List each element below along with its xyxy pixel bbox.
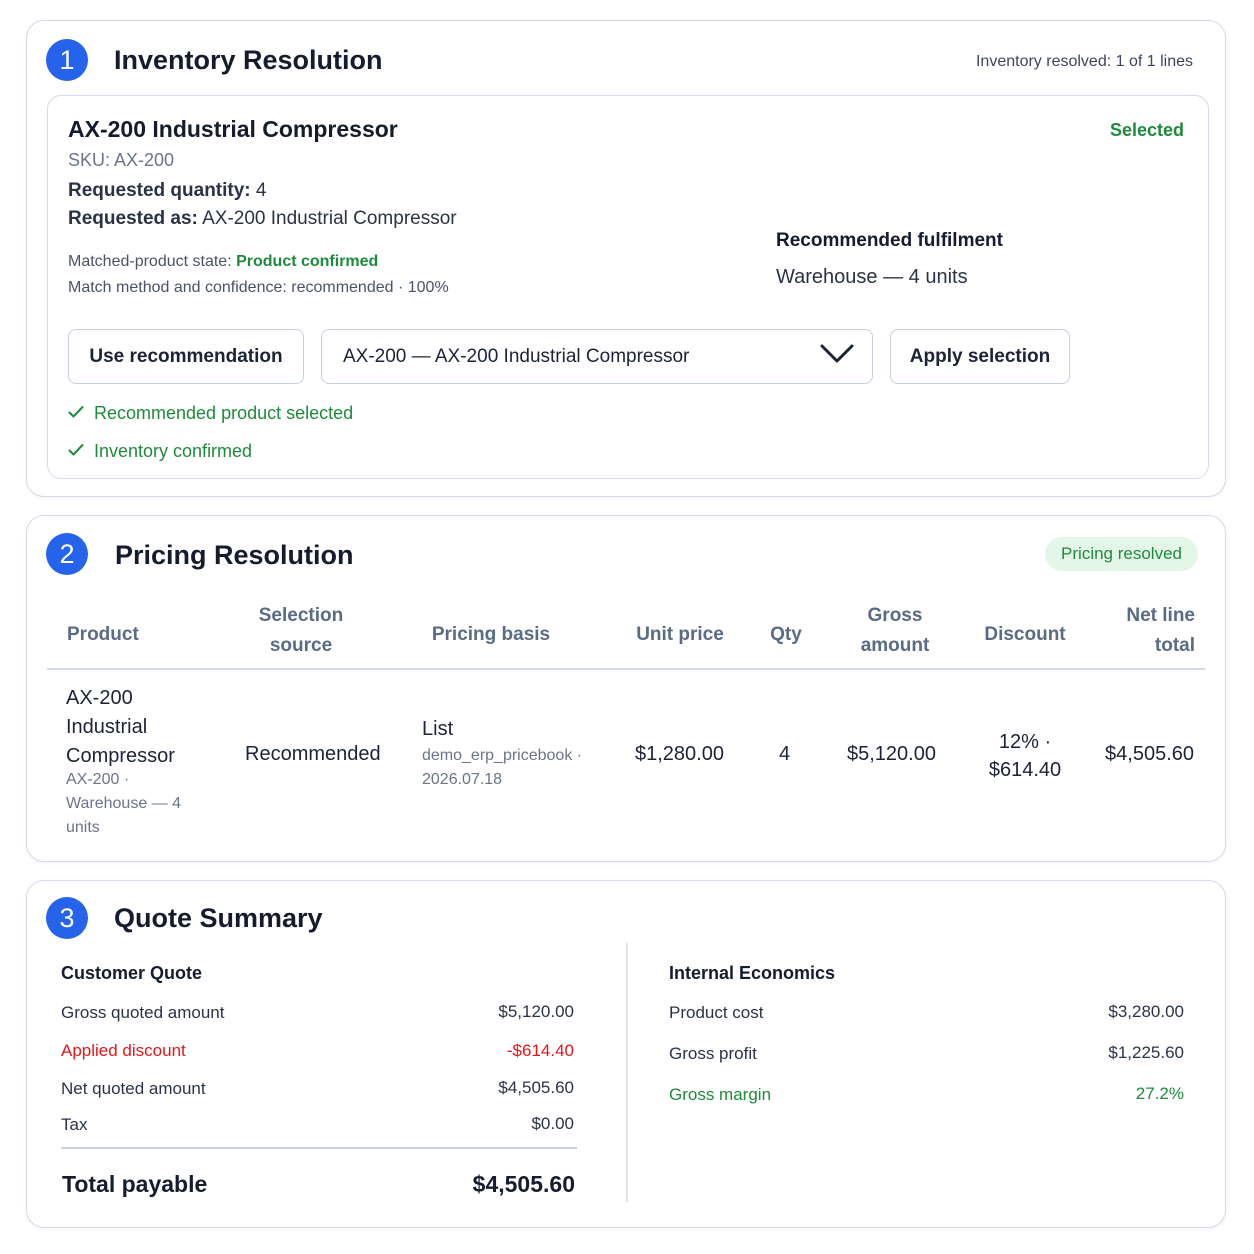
step-badge-1: 1	[46, 39, 88, 81]
gross-margin-value: 27.2%	[1135, 1084, 1184, 1103]
col-header-gross-amount: Gross amount	[860, 605, 930, 656]
check-inventory-confirmed: Inventory confirmed	[68, 441, 252, 462]
col-header-unit-price: Unit price	[636, 624, 724, 645]
product-sku: SKU: AX-200	[68, 150, 175, 170]
inventory-resolution-card: 1 Inventory Resolution Inventory resolve…	[26, 20, 1226, 497]
product-name: AX-200 Industrial Compressor	[68, 116, 398, 142]
selected-status: Selected	[1109, 120, 1184, 140]
fulfilment-title: Recommended fulfilment	[776, 230, 1003, 251]
matched-state-value: Product confirmed	[236, 253, 379, 270]
gross-margin-label: Gross margin	[669, 1085, 772, 1104]
cell-unit-price: $1,280.00	[635, 743, 724, 765]
col-header-net-line-total: Net line total	[1126, 605, 1195, 656]
product-line-card: AX-200 Industrial Compressor Selected SK…	[47, 95, 1209, 479]
net-quoted-label: Net quoted amount	[61, 1079, 206, 1098]
product-select-value: AX-200 — AX-200 Industrial Compressor	[343, 345, 690, 367]
customer-quote-heading: Customer Quote	[61, 963, 203, 983]
requested-as-value: AX-200 Industrial Compressor	[202, 208, 457, 229]
cell-net-line-total: $4,505.60	[1105, 743, 1194, 765]
cell-product-sub: AX-200 · Warehouse — 4 units	[66, 771, 182, 836]
cell-product-name: AX-200 Industrial Compressor	[66, 687, 175, 767]
cell-selection-source: Recommended	[245, 743, 381, 765]
total-payable-value: $4,505.60	[472, 1171, 575, 1197]
match-method: Match method and confidence: recommended…	[68, 279, 449, 296]
pricing-status-badge: Pricing resolved	[1045, 537, 1198, 571]
checkmark-icon	[68, 403, 84, 424]
col-header-discount: Discount	[984, 624, 1066, 645]
internal-economics-heading: Internal Economics	[669, 963, 836, 983]
summary-title: Quote Summary	[114, 903, 323, 933]
col-header-product: Product	[67, 624, 139, 645]
cell-gross-amount: $5,120.00	[847, 743, 936, 765]
check-text: Inventory confirmed	[94, 441, 253, 461]
requested-quantity-value: 4	[255, 180, 267, 201]
pricing-resolution-card: 2 Pricing Resolution Pricing resolved Pr…	[26, 515, 1226, 862]
fulfilment-value: Warehouse — 4 units	[776, 266, 968, 288]
step-badge-2: 2	[46, 533, 88, 575]
gross-profit-value: $1,225.60	[1108, 1043, 1184, 1062]
product-select[interactable]: AX-200 — AX-200 Industrial Compressor	[321, 329, 873, 384]
inventory-title: Inventory Resolution	[114, 45, 383, 75]
requested-quantity: Requested quantity: 4	[68, 180, 266, 202]
total-divider	[61, 1147, 577, 1149]
cell-pricing-basis-sub: demo_erp_pricebook · 2026.07.18	[422, 747, 583, 788]
requested-as: Requested as: AX-200 Industrial Compress…	[68, 208, 457, 230]
cell-discount: 12% · $614.40	[988, 731, 1062, 781]
product-cost-label: Product cost	[669, 1003, 764, 1022]
check-text: Recommended product selected	[94, 403, 354, 423]
requested-as-label: Requested as:	[68, 208, 198, 229]
apply-selection-button[interactable]: Apply selection	[890, 329, 1070, 384]
col-header-pricing-basis: Pricing basis	[431, 624, 551, 645]
col-header-qty: Qty	[770, 624, 802, 645]
applied-discount-label: Applied discount	[61, 1041, 186, 1060]
net-quoted-value: $4,505.60	[498, 1078, 574, 1097]
pricing-title: Pricing Resolution	[115, 540, 354, 570]
col-header-selection-source: Selection source	[258, 605, 344, 656]
matched-product-state: Matched-product state: Product confirmed	[68, 253, 378, 271]
cell-pricing-basis: List	[422, 718, 454, 740]
cell-qty: 4	[779, 743, 791, 765]
gross-quoted-value: $5,120.00	[498, 1002, 574, 1021]
quote-summary-card: 3 Quote Summary Customer Quote Gross quo…	[26, 880, 1226, 1228]
gross-quoted-label: Gross quoted amount	[61, 1003, 225, 1022]
total-payable-label: Total payable	[62, 1171, 208, 1197]
product-cost-value: $3,280.00	[1108, 1002, 1184, 1021]
matched-state-label: Matched-product state:	[68, 253, 232, 270]
checkmark-icon	[68, 441, 84, 462]
requested-quantity-label: Requested quantity:	[68, 180, 251, 201]
check-recommended-selected: Recommended product selected	[68, 403, 353, 424]
inventory-status: Inventory resolved: 1 of 1 lines	[975, 53, 1193, 70]
chevron-down-icon	[820, 344, 854, 370]
gross-profit-label: Gross profit	[669, 1044, 757, 1063]
tax-value: $0.00	[531, 1114, 574, 1133]
use-recommendation-button[interactable]: Use recommendation	[68, 329, 304, 384]
column-divider	[626, 943, 628, 1202]
tax-label: Tax	[61, 1115, 88, 1134]
step-badge-3: 3	[46, 897, 88, 939]
table-header-divider	[47, 668, 1205, 670]
applied-discount-value: -$614.40	[506, 1041, 574, 1060]
